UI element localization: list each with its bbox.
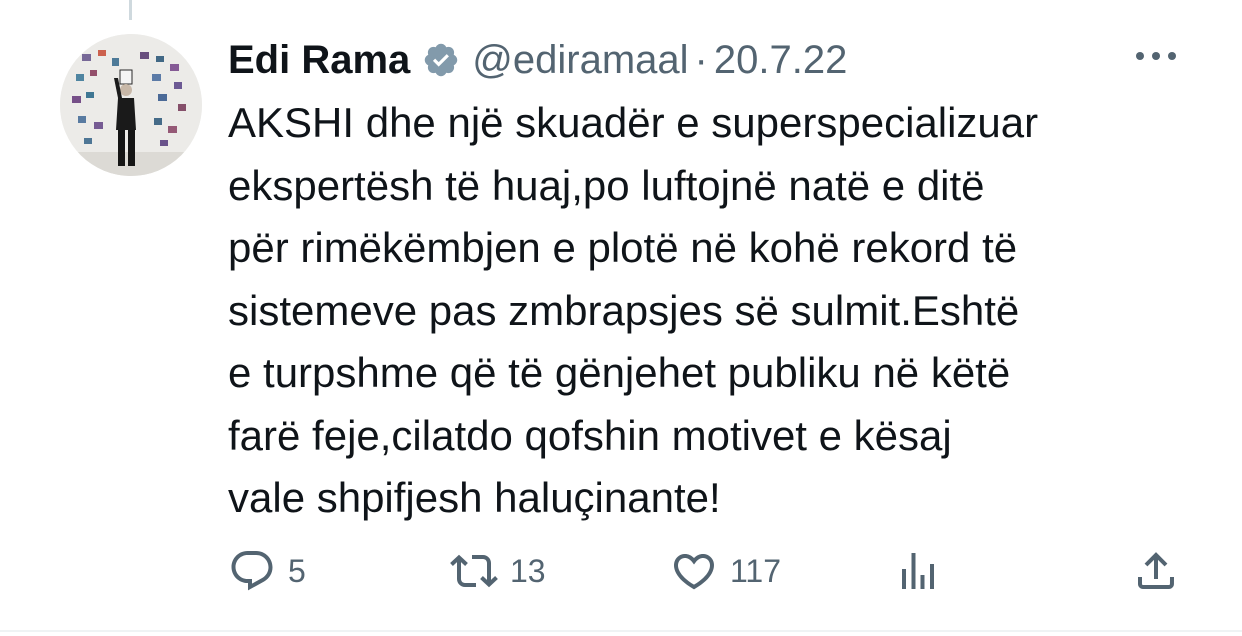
- avatar-image: [60, 34, 202, 176]
- tweet-actions-bar: 5 13 117: [228, 546, 1188, 596]
- tweet-text-line: sistemeve pas zmbrapsjes së sulmit.Eshtë: [228, 286, 1020, 334]
- heart-icon: [670, 547, 718, 595]
- reply-count: 5: [288, 552, 306, 589]
- analytics-icon: [894, 547, 942, 595]
- separator-dot: ·: [694, 37, 708, 82]
- like-count: 117: [730, 552, 782, 589]
- retweet-count: 13: [510, 552, 546, 589]
- more-options-icon[interactable]: [1136, 42, 1176, 70]
- tweet-header: Edi Rama @ediramaal · 20.7.22: [228, 32, 847, 88]
- reply-button[interactable]: 5: [228, 546, 306, 596]
- tweet-text-line: farë feje,cilatdo qofshin motivet e kësa…: [228, 411, 952, 459]
- share-button[interactable]: [1132, 546, 1180, 596]
- tweet-text-line: ekspertësh të huaj,po luftojnë natë e di…: [228, 161, 985, 209]
- more-dot: [1136, 52, 1144, 60]
- tweet-text-line: vale shpifjesh haluçinante!: [228, 474, 721, 521]
- thread-connector-line: [129, 0, 132, 20]
- tweet-text: AKSHI dhe një skuadër e superspecializua…: [228, 92, 1218, 530]
- retweet-icon: [450, 547, 498, 595]
- tweet-text-line: për rimëkëmbjen e plotë në kohë rekord t…: [228, 224, 1018, 271]
- more-dot: [1168, 52, 1176, 60]
- tweet-text-line: AKSHI dhe një skuadër e superspecializua…: [228, 99, 1039, 146]
- like-button[interactable]: 117: [670, 546, 781, 596]
- tweet-date[interactable]: 20.7.22: [714, 38, 847, 83]
- retweet-button[interactable]: 13: [450, 546, 546, 596]
- analytics-button[interactable]: [894, 546, 942, 596]
- author-handle[interactable]: @ediramaal: [472, 38, 688, 83]
- author-name[interactable]: Edi Rama: [228, 38, 410, 83]
- bottom-divider: [0, 630, 1242, 632]
- share-icon: [1132, 547, 1180, 595]
- avatar[interactable]: [60, 34, 202, 176]
- tweet-text-line: e turpshme që të gënjehet publiku në kët…: [228, 349, 1011, 396]
- verified-badge-icon: [422, 41, 460, 79]
- reply-icon: [228, 547, 276, 595]
- more-dot: [1152, 52, 1160, 60]
